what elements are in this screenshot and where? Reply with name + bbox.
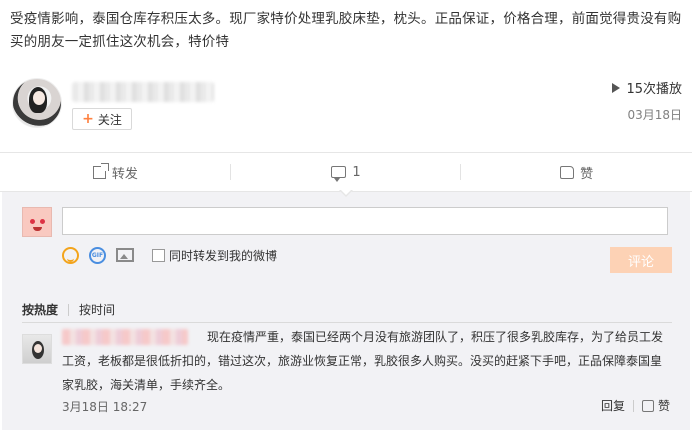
follow-button[interactable]: + 关注 [72, 108, 132, 130]
action-bar: 转发 1 赞 [0, 152, 692, 197]
author-avatar[interactable] [12, 78, 62, 128]
play-icon [612, 82, 621, 93]
play-count: 15次播放 [612, 78, 682, 97]
active-caret-fill [340, 189, 352, 195]
repost-icon [92, 162, 109, 179]
image-icon[interactable] [116, 248, 134, 262]
gif-icon[interactable]: GIF [89, 246, 106, 264]
avatar-face [34, 344, 42, 353]
comment-icon [331, 166, 347, 182]
comment-count: 1 [352, 164, 361, 180]
repost-checkbox[interactable] [152, 248, 165, 262]
commenter-name-redacted[interactable] [62, 329, 188, 345]
sort-by-hot[interactable]: 按热度 [22, 301, 58, 318]
post-text: 受疫情影响，泰国仓库存积压太多。现厂家特价处理乳胶床垫，枕头。正品保证，价格合理… [10, 11, 682, 50]
avatar-eye [30, 219, 35, 224]
post-date[interactable]: 03月18日 [627, 106, 682, 123]
emoji-icon[interactable] [62, 246, 79, 264]
like-button[interactable]: 赞 [461, 153, 692, 191]
divider [68, 303, 70, 316]
composer-tools: GIF 同时转发到我的微博 [62, 244, 277, 266]
comment-button[interactable]: 1 [231, 153, 462, 197]
author-name-redacted[interactable] [72, 82, 214, 102]
sort-by-time[interactable]: 按时间 [79, 301, 115, 318]
repost-label: 转发 [111, 166, 138, 182]
comment-panel: GIF 同时转发到我的微博 评论 按热度 按时间 现在疫情严重，泰国已经两个月没… [2, 192, 690, 430]
follow-label: 关注 [97, 112, 122, 127]
repost-option-label: 同时转发到我的微博 [169, 248, 278, 263]
author-row: + 关注 15次播放 03月18日 [0, 70, 692, 140]
avatar-face [33, 91, 45, 105]
like-label: 赞 [580, 166, 594, 182]
submit-comment-button[interactable]: 评论 [610, 247, 672, 273]
like-icon[interactable] [641, 399, 654, 412]
comment-like-button[interactable]: 赞 [658, 397, 670, 414]
divider [632, 399, 634, 412]
reply-button[interactable]: 回复 [601, 397, 625, 414]
avatar-mouth [33, 227, 42, 231]
comment-time: 3月18日 18:27 [62, 400, 148, 414]
play-count-label: 15次播放 [626, 82, 682, 97]
avatar-eye [40, 219, 45, 224]
plus-icon: + [82, 111, 94, 127]
like-icon [560, 165, 575, 179]
comment-input[interactable] [62, 207, 668, 235]
my-avatar[interactable] [22, 207, 52, 237]
comment-actions: 回复 赞 [601, 397, 670, 414]
divider [22, 322, 672, 323]
sort-tabs: 按热度 按时间 [22, 301, 115, 318]
commenter-avatar[interactable] [22, 334, 52, 364]
repost-button[interactable]: 转发 [0, 153, 231, 191]
